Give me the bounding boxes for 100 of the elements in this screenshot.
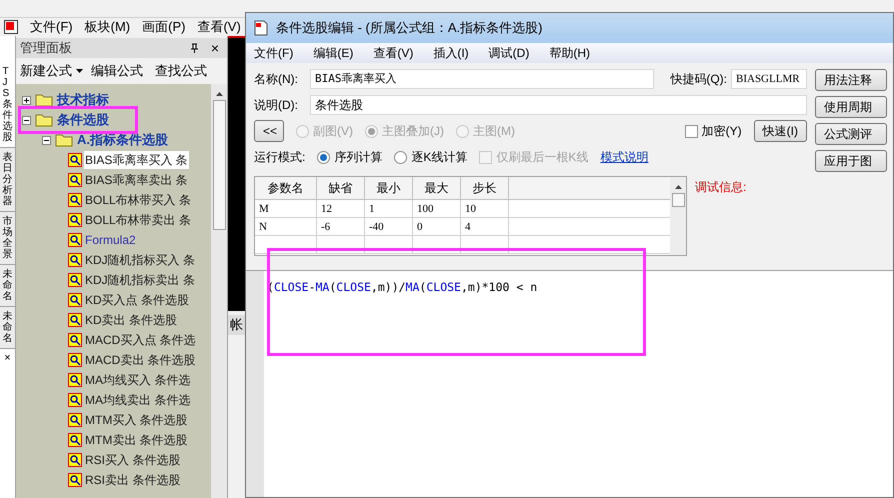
dialog-button[interactable]: 应用于图 [815,150,887,172]
magnifier-icon [68,293,82,307]
side-header: 帐 [228,315,245,335]
shortcut-field[interactable]: BIASGLLMR [731,69,807,89]
table-cell: 10 [461,200,509,217]
radio-button[interactable] [394,150,408,164]
magnifier-icon [68,453,82,467]
expander-icon[interactable] [22,96,31,104]
tree-item[interactable]: MA均线卖出 条件选 [84,391,192,409]
tree-item[interactable]: KDJ随机指标卖出 条 [84,271,196,289]
side-tab[interactable]: 未命名 [0,307,15,349]
tree-item[interactable]: MTM买入 条件选股 [84,411,189,429]
description-field[interactable]: 条件选股 [310,95,807,115]
tree-item[interactable]: KDJ随机指标买入 条 [84,251,196,269]
field-label: 运行模式: [254,149,306,166]
menu-item[interactable]: 文件(F) [30,17,73,37]
window-title: 条件选股编辑 - (所属公式组：A.指标条件选股) [276,19,542,38]
magnifier-icon [68,473,82,487]
tree-item[interactable]: MACD买入点 条件选 [84,331,197,349]
column-header[interactable]: 步长 [461,177,509,199]
tree-item[interactable]: MTM卖出 条件选股 [84,431,189,449]
column-header[interactable]: 最大 [413,177,461,199]
tree-item[interactable]: BIAS乖离率卖出 条 [84,171,189,189]
radio-button[interactable] [317,150,330,164]
tree-item[interactable]: RSI买入 条件选股 [84,451,182,469]
scroll-thumb[interactable] [212,100,226,230]
scrollbar[interactable] [211,84,227,498]
tree-item[interactable]: BIAS乖离率买入 条 [84,151,189,169]
radio-label: 副图(V) [313,123,353,140]
magnifier-icon [68,353,82,367]
dialog-button[interactable]: << [254,120,284,142]
side-tab[interactable]: 表日分析器 [0,148,15,212]
tree-item[interactable]: MA均线买入 条件选 [84,371,192,389]
caret-icon[interactable] [76,69,83,73]
magnifier-icon [68,333,82,347]
menu-item[interactable]: 文件(F) [254,44,294,62]
app-logo-icon [4,20,18,34]
menu-item[interactable]: 查看(V) [373,44,414,62]
dialog-button[interactable]: 公式测评 [815,123,887,145]
magnifier-icon [68,273,82,287]
dialog-button[interactable]: 使用周期 [815,96,887,118]
tree-folder[interactable]: A.指标条件选股 [77,130,168,150]
name-field[interactable]: BIAS乖离率买入 [310,69,654,89]
side-tab[interactable]: 市场全景 [0,212,15,265]
tree-item[interactable]: KD卖出 条件选股 [84,311,178,329]
tree-item[interactable]: BOLL布林带卖出 条 [84,211,192,229]
folder-icon [35,93,53,107]
tree-folder[interactable]: 条件选股 [57,110,109,130]
checkbox[interactable] [684,124,698,138]
magnifier-icon [68,373,82,387]
magnifier-icon [68,173,82,187]
scroll-up-icon[interactable] [216,92,222,96]
magnifier-icon [68,213,82,227]
menu-item[interactable]: 查看(V) [197,17,241,37]
table-cell: 4 [461,218,509,235]
toolbar-item[interactable]: 编辑公式 [91,61,143,81]
magnifier-icon [68,413,82,427]
mode-help-link[interactable]: 模式说明 [600,148,648,166]
magnifier-icon [68,313,82,327]
menu-item[interactable]: 调试(D) [488,44,530,62]
menu-item[interactable]: 板块(M) [84,17,130,37]
radio-label: 逐K线计算 [411,149,468,166]
scrollbar[interactable] [670,177,686,255]
tree-item[interactable]: Formula2 [84,231,137,249]
scroll-thumb[interactable] [672,193,684,207]
document-icon [254,20,268,36]
debug-label: 调试信息: [695,179,746,196]
magnifier-icon [68,233,82,247]
toolbar-item[interactable]: 新建公式 [20,61,72,81]
close-icon[interactable]: × [210,41,219,55]
pin-icon[interactable] [190,43,199,53]
tree-item[interactable]: RSI卖出 条件选股 [84,471,182,489]
menu-item[interactable]: 帮助(H) [549,44,590,62]
close-icon[interactable]: × [0,353,15,364]
scroll-up-icon[interactable] [674,185,682,189]
magnifier-icon [68,433,82,447]
menu-item[interactable]: 画面(P) [142,17,186,37]
tree-item[interactable]: MACD卖出 条件选股 [84,351,197,369]
expander-icon[interactable] [22,116,31,124]
side-tab[interactable]: 未命名 [0,265,15,307]
column-header[interactable]: 参数名 [255,177,317,199]
expander-icon[interactable] [42,136,51,144]
menu-item[interactable]: 插入(I) [433,44,469,62]
table-cell: -40 [365,218,413,235]
column-header[interactable]: 缺省 [317,177,365,199]
column-header[interactable]: 最小 [365,177,413,199]
magnifier-icon [68,393,82,407]
field-label: 名称(N): [254,71,299,88]
menu-item[interactable]: 编辑(E) [313,44,354,62]
tree-item[interactable]: KD买入点 条件选股 [84,291,190,309]
field-label: 说明(D): [254,97,299,114]
table-cell: -6 [317,218,365,235]
dialog-button[interactable]: 快速(I) [754,120,807,142]
radio-label: 序列计算 [334,149,382,166]
folder-icon [35,113,53,127]
dialog-button[interactable]: 用法注释 [815,69,887,91]
magnifier-icon [68,193,82,207]
tree-item[interactable]: BOLL布林带买入 条 [84,191,192,209]
toolbar-item[interactable]: 查找公式 [155,61,207,81]
tree-folder[interactable]: 技术指标 [57,90,109,110]
